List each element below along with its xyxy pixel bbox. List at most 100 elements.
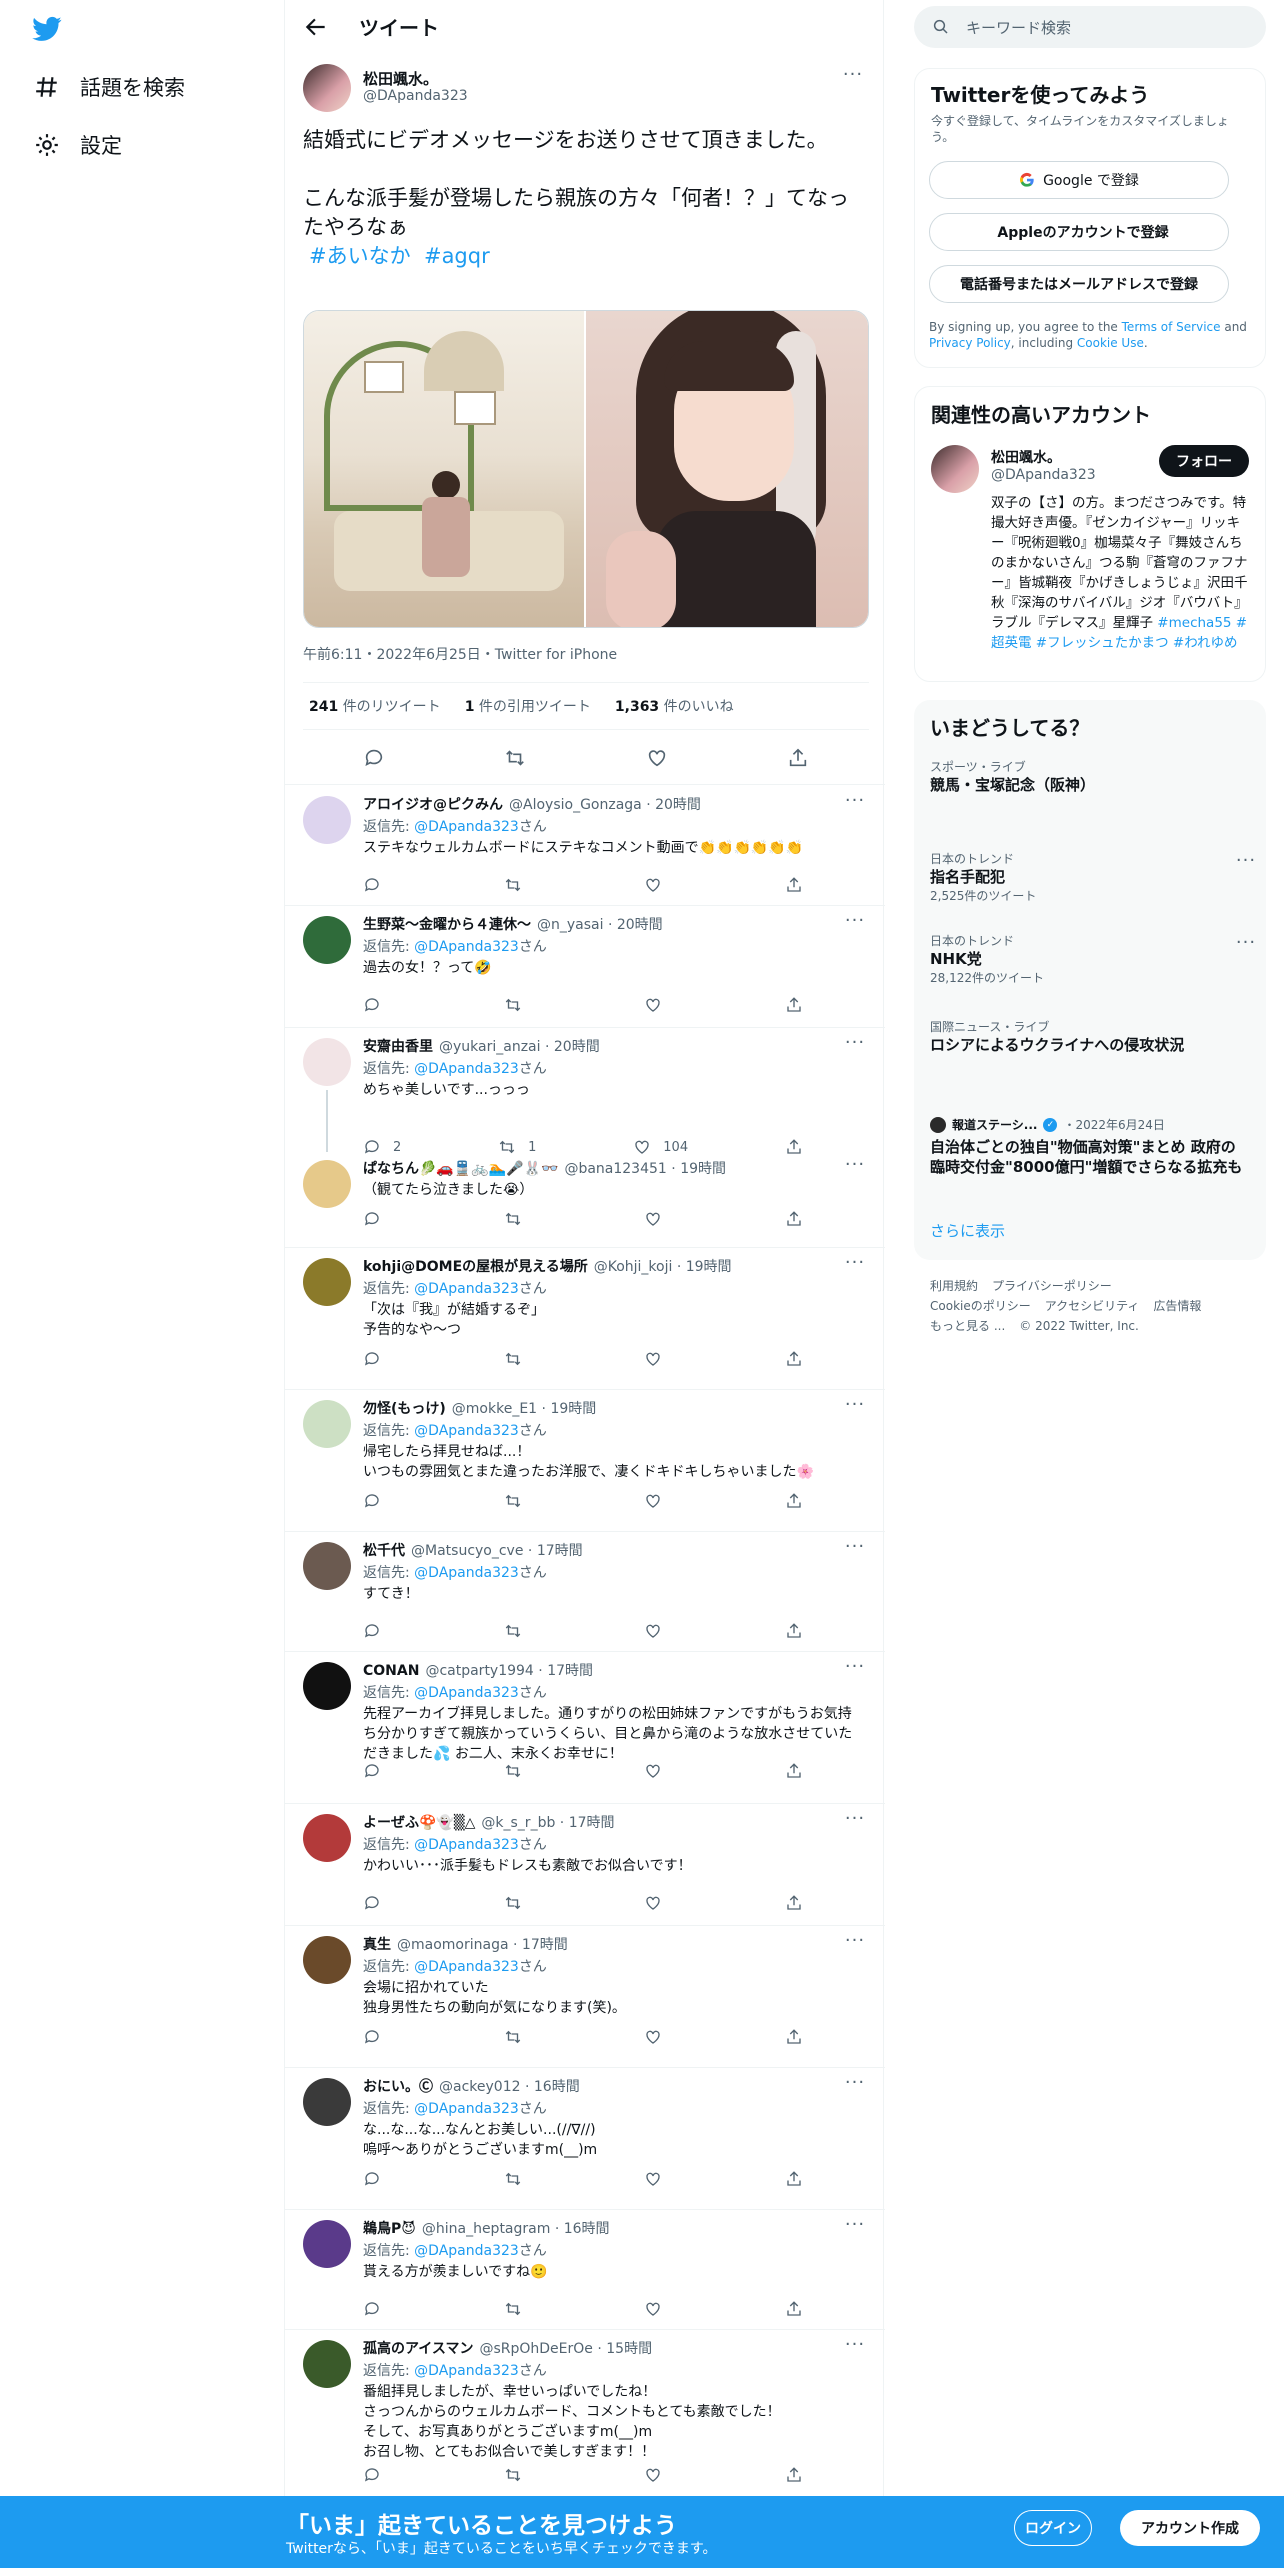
- reply-to-link[interactable]: @DApanda323: [414, 1685, 519, 1701]
- reply-to-link[interactable]: @DApanda323: [414, 939, 519, 955]
- reply-to-link[interactable]: @DApanda323: [414, 1565, 519, 1581]
- reply-author-name[interactable]: kohji@DOMEの屋根が見える場所: [363, 1259, 588, 1275]
- reply-time[interactable]: 17時間: [569, 1815, 615, 1831]
- avatar[interactable]: [303, 1258, 351, 1306]
- share-action[interactable]: [785, 2170, 803, 2188]
- avatar[interactable]: [303, 1542, 351, 1590]
- share-action[interactable]: [785, 1350, 803, 1368]
- tweet-timestamp[interactable]: 午前6:11・2022年6月25日・Twitter for iPhone: [303, 644, 617, 664]
- reply-time[interactable]: 15時間: [606, 2341, 652, 2357]
- reply-author-handle[interactable]: @Aloysio_Gonzaga: [509, 797, 642, 813]
- tweet-photo[interactable]: [304, 311, 584, 627]
- reply-to-link[interactable]: @DApanda323: [414, 1061, 519, 1077]
- like-stat[interactable]: 1,363 件のいいね: [615, 696, 734, 716]
- retweet-stat[interactable]: 241 件のリツイート: [309, 696, 441, 716]
- retweet-action[interactable]: [504, 2028, 522, 2046]
- footer-link[interactable]: 広告情報: [1153, 1299, 1201, 1313]
- reply-author-name[interactable]: 生野菜～金曜から４連休～: [363, 917, 531, 933]
- share-action[interactable]: [785, 2300, 803, 2318]
- share-action[interactable]: [785, 996, 803, 1014]
- trend-item[interactable]: 国際ニュース・ライブ ロシアによるウクライナへの侵攻状況: [930, 1018, 1250, 1055]
- terms-link[interactable]: Terms of Service: [1122, 320, 1221, 334]
- avatar[interactable]: [303, 796, 351, 844]
- related-handle[interactable]: @DApanda323: [991, 467, 1096, 483]
- reply-author-name[interactable]: ぱなちん🥬🚗🚆🚲🏊🎤🐰👓: [363, 1161, 558, 1177]
- nav-explore[interactable]: 話題を検索: [34, 72, 185, 102]
- share-action[interactable]: [785, 1622, 803, 1640]
- share-icon[interactable]: [787, 747, 809, 769]
- trend-item[interactable]: 日本のトレンド NHK党 28,122件のツイート ···: [930, 932, 1255, 986]
- more-icon[interactable]: ···: [841, 66, 865, 88]
- reply-to-link[interactable]: @DApanda323: [414, 2363, 519, 2379]
- phone-signup-button[interactable]: 電話番号またはメールアドレスで登録: [929, 265, 1229, 303]
- reply-author-name[interactable]: 勿怪(もっけ): [363, 1401, 446, 1417]
- reply-to-link[interactable]: @DApanda323: [414, 1959, 519, 1975]
- reply-author-handle[interactable]: @mokke_E1: [452, 1401, 537, 1417]
- cookie-link[interactable]: Cookie Use: [1077, 336, 1144, 350]
- heart-action[interactable]: [644, 2300, 662, 2318]
- retweet-action[interactable]: [504, 1622, 522, 1640]
- hashtag-link[interactable]: #agqr: [424, 244, 490, 268]
- twitter-logo-icon[interactable]: [30, 14, 64, 44]
- more-icon[interactable]: ···: [843, 1658, 867, 1680]
- avatar[interactable]: [303, 2220, 351, 2268]
- signup-button[interactable]: アカウント作成: [1120, 2510, 1260, 2546]
- hashtag-link[interactable]: #あいなか: [309, 244, 411, 268]
- avatar[interactable]: [303, 2078, 351, 2126]
- reply-action[interactable]: [363, 2028, 381, 2046]
- trend-item[interactable]: スポーツ・ライブ 競馬・宝塚記念（阪神）: [930, 758, 1250, 795]
- avatar[interactable]: [303, 916, 351, 964]
- reply-author-handle[interactable]: @catparty1994: [425, 1663, 533, 1679]
- trend-item[interactable]: 日本のトレンド 指名手配犯 2,525件のツイート ···: [930, 850, 1255, 904]
- reply-to-link[interactable]: @DApanda323: [414, 819, 519, 835]
- avatar[interactable]: [303, 1814, 351, 1862]
- avatar[interactable]: [931, 445, 979, 493]
- footer-link[interactable]: プライバシーポリシー: [992, 1279, 1112, 1293]
- show-more-link[interactable]: さらに表示: [930, 1220, 1005, 1241]
- heart-action[interactable]: [644, 1210, 662, 1228]
- more-icon[interactable]: ···: [843, 2074, 867, 2096]
- footer-link[interactable]: もっと見る ...: [930, 1319, 1005, 1333]
- author-name[interactable]: 松田颯水。: [363, 68, 438, 89]
- tweet-media[interactable]: [303, 310, 869, 628]
- reply-time[interactable]: 19時間: [550, 1401, 596, 1417]
- reply-action[interactable]: [363, 1350, 381, 1368]
- reply-author-name[interactable]: 鵜鳥P😈: [363, 2221, 416, 2237]
- reply-time[interactable]: 20時間: [617, 917, 663, 933]
- more-icon[interactable]: ···: [843, 1156, 867, 1178]
- retweet-action[interactable]: [504, 1894, 522, 1912]
- more-icon[interactable]: ···: [843, 2336, 867, 2358]
- reply-to-link[interactable]: @DApanda323: [414, 1837, 519, 1853]
- heart-action[interactable]: [644, 1350, 662, 1368]
- reply-item[interactable]: 真生 @maomorinaga · 17時間 ··· 返信先: @DApanda323…: [285, 1926, 885, 2068]
- reply-author-handle[interactable]: @k_s_r_bb: [481, 1815, 555, 1831]
- reply-item[interactable]: 孤高のアイスマン @sRpOhDeErOe · 15時間 ··· 返信先: @DApa…: [285, 2330, 885, 2496]
- reply-item[interactable]: ぱなちん🥬🚗🚆🚲🏊🎤🐰👓 @bana123451 · 19時間 ··· （観てたら泣き…: [285, 1150, 885, 1248]
- reply-action[interactable]: [363, 2466, 381, 2484]
- more-icon[interactable]: ···: [843, 1254, 867, 1276]
- reply-time[interactable]: 17時間: [522, 1937, 568, 1953]
- heart-action[interactable]: [644, 1894, 662, 1912]
- quote-stat[interactable]: 1 件の引用ツイート: [465, 696, 591, 716]
- more-icon[interactable]: ···: [843, 792, 867, 814]
- reply-author-name[interactable]: 真生: [363, 1937, 391, 1953]
- reply-item[interactable]: CONAN @catparty1994 · 17時間 ··· 返信先: @DApand…: [285, 1652, 885, 1804]
- heart-action[interactable]: [644, 2170, 662, 2188]
- avatar[interactable]: [303, 1160, 351, 1208]
- reply-item[interactable]: 松千代 @Matsucyo_cve · 17時間 ··· 返信先: @DApanda3…: [285, 1532, 885, 1652]
- apple-signup-button[interactable]: Appleのアカウントで登録: [929, 213, 1229, 251]
- reply-action[interactable]: [363, 2300, 381, 2318]
- share-action[interactable]: [785, 2466, 803, 2484]
- reply-action[interactable]: [363, 996, 381, 1014]
- reply-author-handle[interactable]: @ackey012: [439, 2079, 521, 2095]
- footer-link[interactable]: アクセシビリティ: [1045, 1299, 1140, 1313]
- reply-item[interactable]: 生野菜～金曜から４連休～ @n_yasai · 20時間 ··· 返信先: @DApa…: [285, 906, 885, 1028]
- retweet-action[interactable]: [504, 876, 522, 894]
- share-action[interactable]: [785, 876, 803, 894]
- reply-to-link[interactable]: @DApanda323: [414, 1281, 519, 1297]
- retweet-action[interactable]: [504, 2170, 522, 2188]
- reply-action[interactable]: [363, 2170, 381, 2188]
- reply-action[interactable]: [363, 1762, 381, 1780]
- reply-item[interactable]: よーぜふ🍄👻▒△ @k_s_r_bb · 17時間 ··· 返信先: @DApanda…: [285, 1804, 885, 1926]
- reply-action[interactable]: [363, 1894, 381, 1912]
